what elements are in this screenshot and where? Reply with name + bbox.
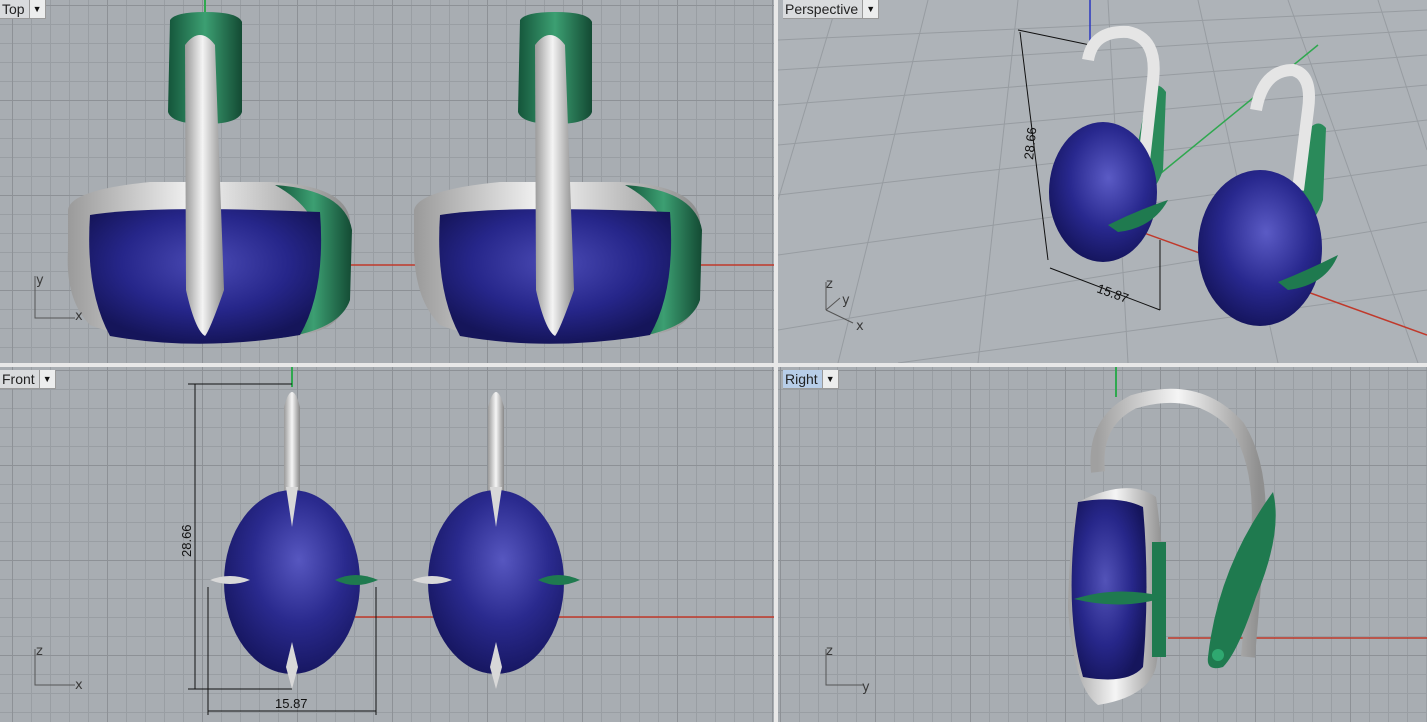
earring-left-front xyxy=(210,392,378,689)
axis-indicator-perspective: z y x xyxy=(825,277,864,334)
viewport-tab-front[interactable]: Front ▼ xyxy=(0,370,56,389)
top-scene: y x xyxy=(34,0,774,344)
perspective-scene: 28.66 15.87 z y x xyxy=(778,0,1427,363)
viewport-tab-top[interactable]: Top ▼ xyxy=(0,0,46,19)
chevron-down-icon[interactable]: ▼ xyxy=(862,0,879,18)
axis-label-v: z xyxy=(826,277,833,292)
viewport-tab-right[interactable]: Right ▼ xyxy=(783,370,839,389)
chevron-down-icon[interactable]: ▼ xyxy=(28,0,45,18)
viewport-top[interactable]: Top ▼ y x xyxy=(0,0,774,363)
earring-side-view xyxy=(1068,388,1276,705)
viewport-title: Front xyxy=(2,371,35,387)
axis-label-h: x xyxy=(75,309,83,324)
axis-indicator-right: z y xyxy=(825,644,870,695)
chevron-down-icon[interactable]: ▼ xyxy=(38,370,55,388)
chevron-down-icon[interactable]: ▼ xyxy=(821,370,838,388)
axis-label-d: y xyxy=(842,293,850,308)
earring-right xyxy=(414,12,702,344)
axis-label-h: y xyxy=(862,680,870,695)
axis-label-h: x xyxy=(75,678,83,693)
dimension-height-label: 28.66 xyxy=(179,524,194,557)
dimension-width-label: 15.87 xyxy=(275,696,308,711)
viewport-front[interactable]: Front ▼ 28.66 15.87 z x xyxy=(0,367,774,722)
viewport-divider-horizontal[interactable] xyxy=(0,363,1427,367)
viewport-title: Top xyxy=(2,1,25,17)
earring-b xyxy=(1198,63,1338,326)
axis-label-v: y xyxy=(36,273,44,288)
axis-label-v: z xyxy=(826,644,833,659)
dimension-width-label: 15.87 xyxy=(1095,281,1131,306)
right-scene: z y xyxy=(825,367,1427,705)
viewport-tab-perspective[interactable]: Perspective ▼ xyxy=(783,0,880,19)
earring-left xyxy=(67,12,352,344)
dimension-height-label: 28.66 xyxy=(1021,126,1039,160)
viewport-title: Right xyxy=(785,371,818,387)
axis-indicator-front: z x xyxy=(34,644,83,693)
viewport-title: Perspective xyxy=(785,1,859,17)
earring-a xyxy=(1049,25,1168,262)
axis-label-h: x xyxy=(856,319,864,334)
viewport-divider-vertical[interactable] xyxy=(774,0,778,722)
viewport-right[interactable]: Right ▼ z y xyxy=(778,367,1427,722)
viewport-perspective[interactable]: Perspective ▼ 28.66 15.87 z y x xyxy=(778,0,1427,363)
front-scene: 28.66 15.87 z x xyxy=(34,367,774,715)
axis-label-v: z xyxy=(36,644,43,659)
earring-right-front xyxy=(412,392,580,689)
